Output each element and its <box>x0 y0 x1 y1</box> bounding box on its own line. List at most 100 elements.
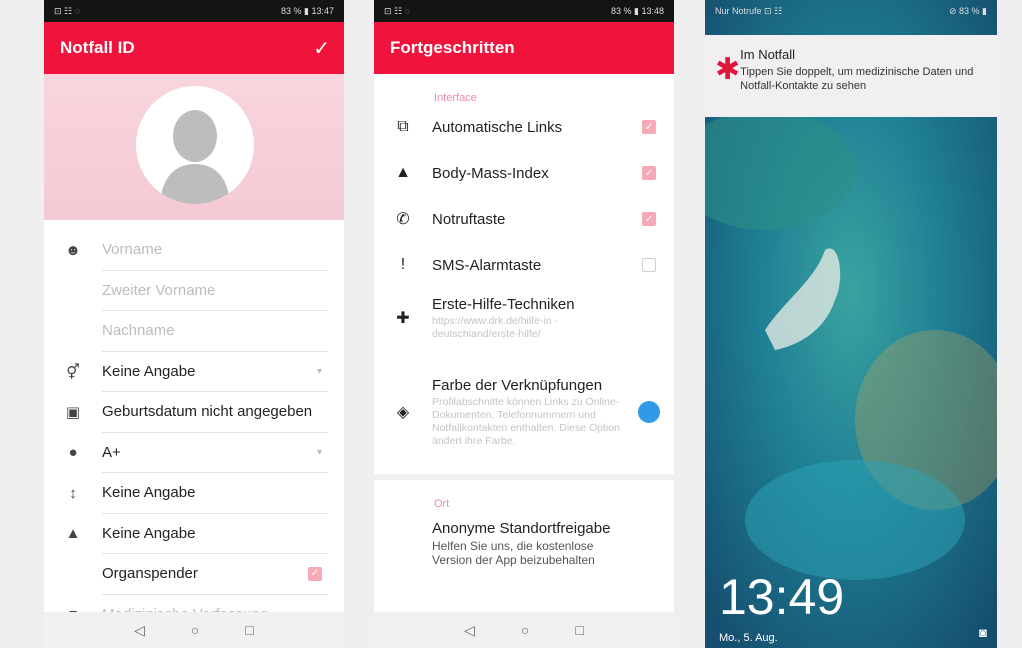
recent-apps-icon[interactable]: □ <box>575 622 583 638</box>
setting-subtitle: Profilabschnitte können Links zu Online-… <box>432 395 620 447</box>
dropdown-arrow-icon[interactable]: ▾ <box>317 366 322 377</box>
field-label: Zweiter Vorname <box>102 281 216 299</box>
status-left: ⊡ ☷ ◌ <box>54 5 80 16</box>
form-field[interactable]: Zweiter Vorname <box>102 270 328 312</box>
status-bar: Nur Notrufe ⊡ ☷ ⊘ 83 % ▮ <box>705 0 997 22</box>
paint-bucket-icon: ◈ <box>396 404 410 421</box>
setting-subtitle: https://www.drk.de/hilfe-in -deutschland… <box>432 314 559 340</box>
status-left: Nur Notrufe ⊡ ☷ <box>715 5 783 16</box>
form-field[interactable]: A+ ▾ <box>102 432 328 474</box>
phone-lockscreen: Nur Notrufe ⊡ ☷ ⊘ 83 % ▮ ✱ Im Notfall Ti… <box>705 0 997 648</box>
setting-title: Notruftaste <box>432 210 506 228</box>
app-bar: Notfall ID ✓ <box>44 22 344 74</box>
form-field[interactable]: Vorname <box>102 230 328 271</box>
profile-form: ☻ Vorname Zweiter Vorname Nachname ⚥ Keine An… <box>44 220 344 636</box>
section-header-ort: Ort <box>434 498 450 510</box>
asterisk-icon: ✱ <box>715 53 741 86</box>
organspender-checkbox[interactable]: ✓ <box>308 566 322 581</box>
recent-apps-icon[interactable]: □ <box>245 622 253 638</box>
home-icon[interactable]: ○ <box>191 622 199 638</box>
field-label: Keine Angabe <box>102 484 196 502</box>
phone-fortgeschritten: ⊡ ☷ ◌ 83 % ▮ 13:48 Fortgeschritten Inter… <box>374 0 674 648</box>
setting-row[interactable]: ⧉ Automatische Links ✓ <box>374 104 674 150</box>
settings-list: ⧉ Automatische Links ✓ ▲ Body-Mass-Index ✓ ✆ No… <box>374 104 674 466</box>
status-left: ⊡ ☷ ◌ <box>384 5 410 16</box>
back-icon[interactable]: ◁ <box>464 622 475 639</box>
field-label: Nachname <box>102 322 175 340</box>
form-field[interactable]: Keine Angabe <box>102 513 328 555</box>
field-label: Keine Angabe <box>102 362 196 380</box>
calendar-icon: ▣ <box>65 404 81 422</box>
form-row[interactable]: ⚥ Keine Angabe ▾ <box>44 352 344 393</box>
notification-title: Im Notfall <box>740 47 796 62</box>
form-row[interactable]: ● A+ ▾ <box>44 433 344 474</box>
setting-subtitle: Helfen Sie uns, die kostenlose Version d… <box>432 539 595 567</box>
home-icon[interactable]: ○ <box>521 622 529 638</box>
gender-icon: ⚥ <box>66 363 80 381</box>
alert-message-icon: ! <box>400 256 406 273</box>
weight-icon: ▲ <box>395 164 411 181</box>
phone-notfall-id: ⊡ ☷ ◌ 83 % ▮ 13:47 Notfall ID ✓ ☻ Vorname… <box>44 0 344 648</box>
form-row[interactable]: ▲ Keine Angabe <box>44 514 344 555</box>
avatar[interactable] <box>136 86 254 204</box>
setting-title: SMS-Alarmtaste <box>432 256 542 274</box>
app-bar: Fortgeschritten <box>374 22 674 74</box>
status-bar: ⊡ ☷ ◌ 83 % ▮ 13:48 <box>374 0 674 22</box>
notification-body: Tippen Sie doppelt, um medizinische Date… <box>740 66 974 92</box>
field-label: A+ <box>102 443 121 461</box>
setting-checkbox[interactable]: ✓ <box>642 212 656 226</box>
weight-icon: ▲ <box>65 525 81 543</box>
avatar-placeholder-icon <box>160 110 230 204</box>
setting-title: Automatische Links <box>432 118 563 136</box>
form-field[interactable]: Organspender ✓ <box>102 554 328 595</box>
form-field[interactable]: Keine Angabe ▾ <box>102 351 328 393</box>
height-icon: ↕ <box>69 484 77 502</box>
field-label: Geburtsdatum nicht angegeben <box>102 403 313 421</box>
phone-icon: ✆ <box>396 211 410 228</box>
first-aid-icon: ✚ <box>396 310 410 327</box>
form-row[interactable]: ☻ Vorname <box>44 230 344 271</box>
status-bar: ⊡ ☷ ◌ 83 % ▮ 13:47 <box>44 0 344 22</box>
emergency-notification[interactable]: ✱ Im Notfall Tippen Sie doppelt, um medi… <box>705 35 997 117</box>
external-link-icon: ⧉ <box>397 118 409 135</box>
setting-title: Erste-Hilfe-Techniken <box>432 295 575 313</box>
setting-checkbox[interactable]: ✓ <box>642 120 656 134</box>
form-field[interactable]: Nachname <box>102 311 328 352</box>
setting-row[interactable]: ▲ Body-Mass-Index ✓ <box>374 150 674 196</box>
dropdown-arrow-icon[interactable]: ▾ <box>317 447 322 458</box>
blood-drop-icon: ● <box>68 444 78 462</box>
form-row[interactable]: Organspender ✓ <box>44 554 344 595</box>
android-nav-bar: ◁ ○ □ <box>374 612 674 648</box>
setting-checkbox[interactable]: ✓ <box>642 166 656 180</box>
page-title: Fortgeschritten <box>390 38 515 57</box>
back-icon[interactable]: ◁ <box>134 622 145 639</box>
field-label: Organspender <box>102 565 198 583</box>
person-icon: ☻ <box>65 241 81 259</box>
setting-row[interactable]: ◈ Farbe der Verknüpfungen Profilabschnitte… <box>374 358 674 466</box>
status-right: ⊘ 83 % ▮ <box>948 5 987 16</box>
status-right: 83 % ▮ 13:47 <box>281 5 334 16</box>
form-row[interactable]: ▣ Geburtsdatum nicht angegeben <box>44 392 344 433</box>
form-row[interactable]: Zweiter Vorname <box>44 271 344 312</box>
page-title: Notfall ID <box>60 38 135 57</box>
lockscreen-clock: 13:49 <box>719 569 845 625</box>
form-row[interactable]: ↕ Keine Angabe <box>44 473 344 514</box>
setting-title: Body-Mass-Index <box>432 164 549 182</box>
profile-header <box>44 74 344 220</box>
setting-row[interactable]: ! SMS-Alarmtaste <box>374 242 674 288</box>
section-header-interface: Interface <box>434 92 477 104</box>
status-right: 83 % ▮ 13:48 <box>611 5 664 16</box>
form-field[interactable]: Keine Angabe <box>102 473 328 514</box>
setting-row[interactable]: ✆ Notruftaste ✓ <box>374 196 674 242</box>
camera-icon[interactable]: ◙ <box>979 625 987 640</box>
form-row[interactable]: Nachname <box>44 311 344 352</box>
form-field[interactable]: Geburtsdatum nicht angegeben <box>102 392 328 433</box>
save-check-icon[interactable]: ✓ <box>313 36 330 61</box>
setting-row[interactable]: ✚ Erste-Hilfe-Techniken https://www.drk.de… <box>374 288 674 348</box>
field-label: Vorname <box>102 241 163 259</box>
link-color-swatch[interactable] <box>638 401 660 423</box>
setting-checkbox[interactable] <box>642 258 656 272</box>
setting-anonyme-standortfreigabe[interactable]: Anonyme Standortfreigabe Helfen Sie uns,… <box>374 520 674 567</box>
setting-title: Farbe der Verknüpfungen <box>432 376 603 394</box>
setting-title: Anonyme Standortfreigabe <box>432 520 611 537</box>
